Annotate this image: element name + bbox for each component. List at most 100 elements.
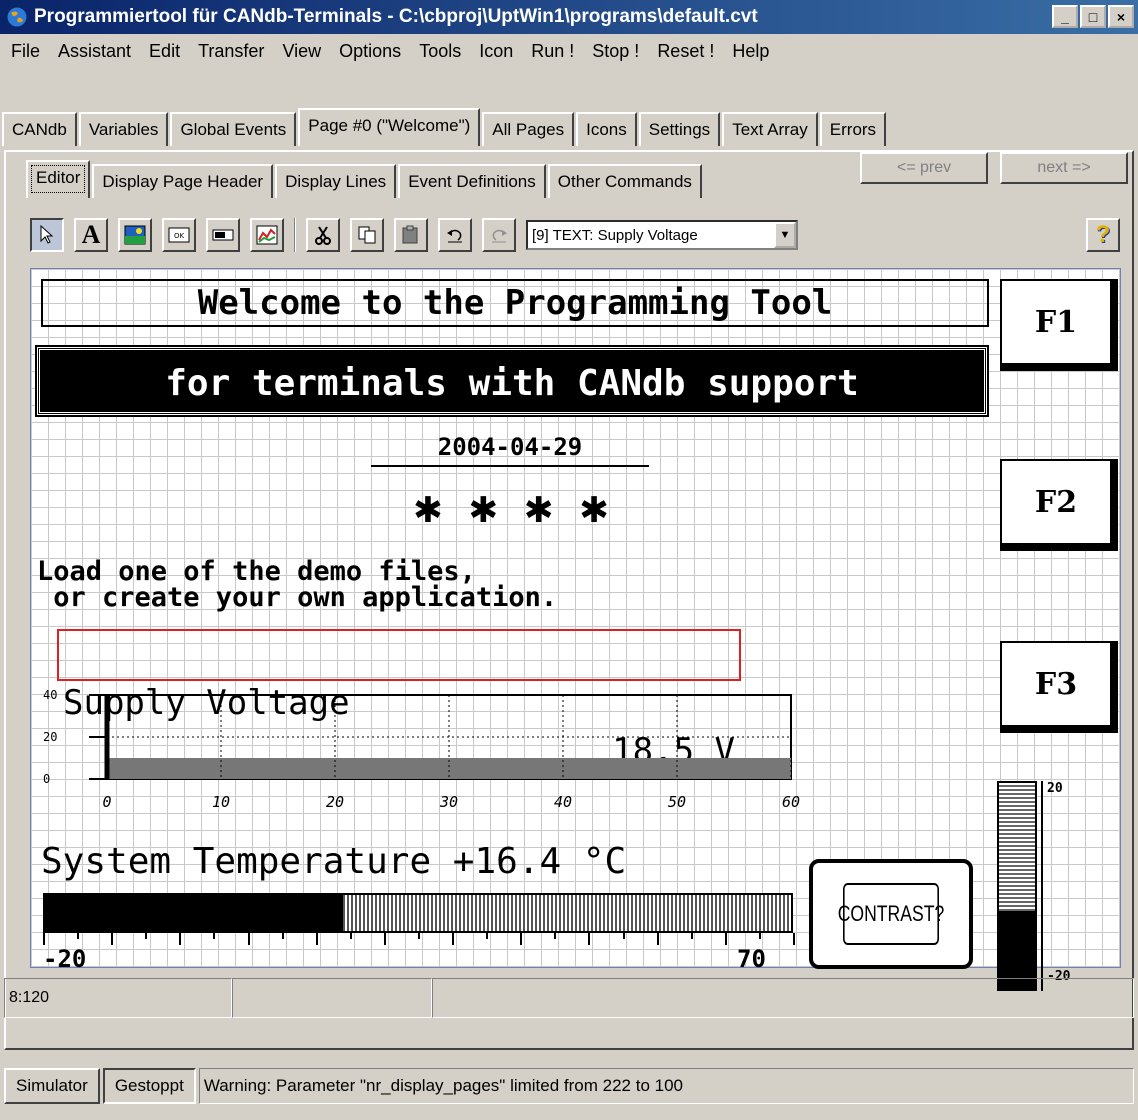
temperature-tick — [622, 933, 625, 939]
temperature-tick — [179, 933, 182, 945]
subtab-other-commands[interactable]: Other Commands — [547, 164, 702, 198]
tab-errors[interactable]: Errors — [819, 112, 887, 146]
chart-y-tick-label: 40 — [43, 688, 57, 702]
temperature-tick — [793, 933, 795, 945]
menu-tools[interactable]: Tools — [410, 41, 470, 62]
temperature-tick — [452, 933, 455, 945]
tab-text-array[interactable]: Text Array — [722, 112, 818, 146]
chart-x-tick-label: 0 — [102, 793, 111, 811]
f3-key[interactable]: F3 — [1000, 641, 1118, 733]
temperature-tick — [315, 933, 318, 945]
supply-voltage-text[interactable]: Supply Voltage 18.5 V — [57, 629, 741, 771]
f1-key[interactable]: F1 — [1000, 279, 1118, 371]
menu-view[interactable]: View — [273, 41, 330, 62]
menu-help[interactable]: Help — [723, 41, 778, 62]
date-text[interactable]: 2004-04-29 — [371, 433, 649, 467]
menu-file[interactable]: File — [2, 41, 49, 62]
redo-icon[interactable] — [482, 218, 516, 252]
contrast-label: CONTRAST? — [838, 883, 944, 945]
temperature-tick — [554, 933, 557, 939]
minimize-button[interactable]: _ — [1052, 5, 1078, 28]
temperature-ticks — [43, 933, 795, 947]
subtab-event-definitions[interactable]: Event Definitions — [398, 164, 546, 198]
subtab-editor[interactable]: Editor — [26, 160, 91, 198]
prev-button[interactable]: <= prev — [860, 152, 988, 184]
temperature-tick — [418, 933, 420, 939]
paste-icon[interactable] — [394, 218, 428, 252]
tab-settings[interactable]: Settings — [638, 112, 721, 146]
temperature-tick — [486, 933, 489, 939]
simulator-button[interactable]: Simulator — [4, 1068, 100, 1104]
menu-bar: File Assistant Edit Transfer View Option… — [0, 34, 1138, 68]
tab-variables[interactable]: Variables — [78, 112, 169, 146]
chart-x-tick-label: 60 — [782, 793, 800, 811]
button-tool-icon[interactable]: OK — [162, 218, 196, 252]
tab-page-0[interactable]: Page #0 ("Welcome") — [298, 108, 481, 146]
create-app-line[interactable]: or create your own application. — [37, 584, 557, 611]
temperature-tick — [77, 933, 80, 939]
editor-toolbar: A OK [9] TEXT: Supply Voltage ▼ — [30, 212, 798, 258]
vertical-bargraph[interactable] — [997, 781, 1037, 991]
toolbar-separator — [294, 218, 296, 252]
chart-x-tick-label: 30 — [439, 793, 458, 811]
tab-icons[interactable]: Icons — [576, 112, 637, 146]
display-canvas[interactable]: Welcome to the Programming Tool for term… — [30, 268, 1121, 991]
menu-assistant[interactable]: Assistant — [49, 41, 140, 62]
bargraph-tool-icon[interactable] — [206, 218, 240, 252]
cursor-position: 8:120 — [4, 978, 232, 1018]
maximize-button[interactable]: □ — [1080, 5, 1106, 28]
f2-key[interactable]: F2 — [1000, 459, 1118, 551]
system-temperature-text[interactable]: System Temperature +16.4 °C — [41, 841, 626, 882]
chart-axes: 0 10 20 30 40 50 60 40 20 0 — [43, 688, 800, 811]
temperature-bargraph[interactable] — [43, 893, 793, 933]
temperature-tick — [520, 933, 523, 945]
pointer-tool-icon[interactable] — [30, 218, 64, 252]
welcome-line[interactable]: Welcome to the Programming Tool — [41, 279, 989, 327]
bottom-bar: Simulator Gestoppt Warning: Parameter "n… — [4, 1066, 1134, 1106]
temperature-tick — [213, 933, 216, 939]
menu-stop[interactable]: Stop ! — [583, 41, 648, 62]
menu-run[interactable]: Run ! — [522, 41, 583, 62]
stars-text[interactable]: ✱ ✱ ✱ ✱ — [321, 479, 701, 533]
chart-x-tick-label: 20 — [326, 793, 344, 811]
diagram-tool-icon[interactable] — [250, 218, 284, 252]
temperature-tick — [383, 933, 386, 945]
temperature-tick — [111, 933, 114, 945]
subtab-display-page-header[interactable]: Display Page Header — [92, 164, 274, 198]
object-select-value: [9] TEXT: Supply Voltage — [532, 226, 698, 244]
undo-icon[interactable] — [438, 218, 472, 252]
chevron-down-icon[interactable]: ▼ — [774, 222, 796, 248]
contrast-button[interactable]: CONTRAST? — [809, 859, 973, 969]
tab-candb[interactable]: CANdb — [2, 112, 77, 146]
menu-edit[interactable]: Edit — [140, 41, 189, 62]
cut-icon[interactable] — [306, 218, 340, 252]
candb-support-line[interactable]: for terminals with CANdb support — [35, 345, 989, 417]
voltage-diagram[interactable]: 0 10 20 30 40 50 60 40 20 0 — [31, 685, 811, 825]
menu-reset[interactable]: Reset ! — [648, 41, 723, 62]
text-tool-icon[interactable]: A — [74, 218, 108, 252]
temperature-min-label: -20 — [43, 945, 87, 973]
temperature-tick — [690, 933, 693, 939]
menu-options[interactable]: Options — [330, 41, 410, 62]
temperature-tick — [247, 933, 250, 945]
temperature-max-label: 70 — [737, 945, 766, 973]
temperature-tick — [656, 933, 659, 945]
chart-y-tick-label: 0 — [43, 772, 50, 786]
sub-tab-row: Editor Display Page Header Display Lines… — [26, 160, 704, 198]
simulator-state: Gestoppt — [102, 1068, 196, 1104]
tab-global-events[interactable]: Global Events — [170, 112, 297, 146]
temperature-tick — [281, 933, 284, 939]
object-select-dropdown[interactable]: [9] TEXT: Supply Voltage ▼ — [526, 220, 798, 250]
menu-transfer[interactable]: Transfer — [189, 41, 273, 62]
help-icon[interactable]: ? — [1086, 218, 1120, 252]
status-cell-2 — [232, 978, 432, 1018]
svg-text:OK: OK — [174, 232, 185, 240]
bitmap-tool-icon[interactable] — [118, 218, 152, 252]
menu-icon[interactable]: Icon — [470, 41, 522, 62]
copy-icon[interactable] — [350, 218, 384, 252]
subtab-display-lines[interactable]: Display Lines — [275, 164, 397, 198]
next-button[interactable]: next => — [1000, 152, 1128, 184]
close-button[interactable]: × — [1108, 5, 1134, 28]
status-cell-3 — [432, 978, 1134, 1018]
tab-all-pages[interactable]: All Pages — [482, 112, 575, 146]
